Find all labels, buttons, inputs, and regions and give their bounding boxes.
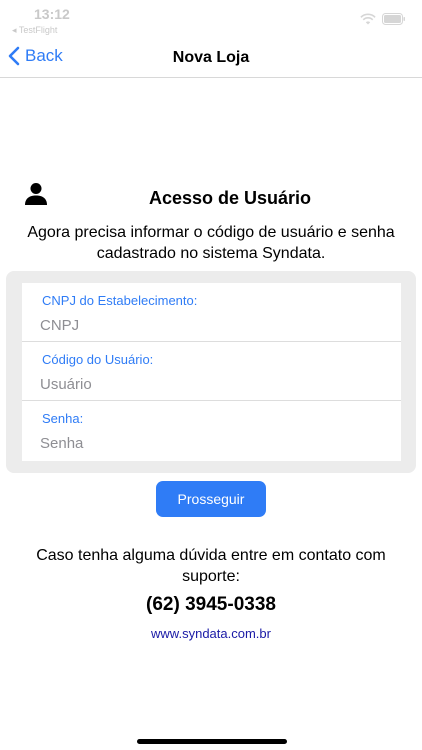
cnpj-field: CNPJ do Estabelecimento:: [22, 283, 401, 342]
password-label: Senha:: [42, 411, 84, 426]
status-bar: 13:12 ◂ TestFlight: [0, 0, 422, 36]
user-code-input[interactable]: [40, 372, 380, 396]
section-header: Acesso de Usuário: [0, 182, 422, 212]
home-indicator: [137, 739, 287, 744]
user-code-label: Código do Usuário:: [42, 352, 154, 367]
support-text: Caso tenha alguma dúvida entre em contat…: [36, 547, 386, 585]
status-carrier: ◂ TestFlight: [12, 25, 58, 35]
support-website-link[interactable]: www.syndata.com.br: [0, 626, 422, 641]
support-phone[interactable]: (62) 3945-0338: [0, 594, 422, 616]
nav-title: Nova Loja: [172, 49, 250, 66]
status-icons: [360, 13, 406, 25]
login-form: CNPJ do Estabelecimento: Código do Usuár…: [6, 271, 416, 473]
cnpj-label: CNPJ do Estabelecimento:: [42, 293, 198, 308]
page-title: Acesso de Usuário: [148, 188, 312, 208]
intro-text: Agora precisa informar o código de usuár…: [27, 224, 395, 262]
status-time: 13:12: [34, 6, 70, 22]
cnpj-input[interactable]: [40, 313, 380, 337]
password-input[interactable]: [40, 431, 380, 455]
battery-icon: [382, 13, 405, 25]
form-card: CNPJ do Estabelecimento: Código do Usuár…: [22, 283, 401, 461]
proceed-button[interactable]: Prosseguir: [156, 481, 266, 517]
user-code-field: Código do Usuário:: [22, 342, 401, 401]
wifi-icon: [360, 13, 376, 25]
navigation-bar: Back Nova Loja: [0, 38, 422, 78]
password-field: Senha:: [22, 401, 401, 460]
